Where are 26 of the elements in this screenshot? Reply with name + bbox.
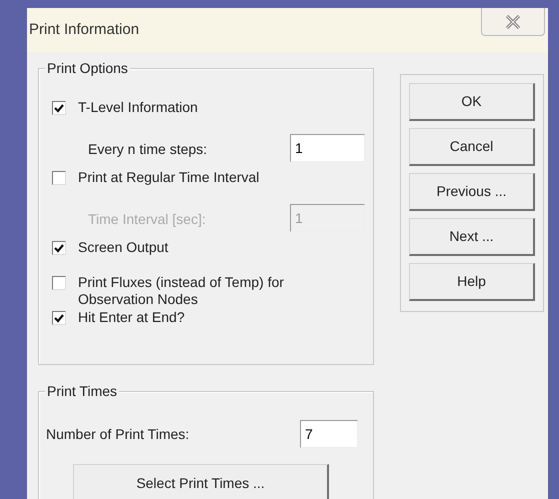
- field-label: Number of Print Times:: [46, 424, 190, 444]
- checkbox-label: Hit Enter at End?: [78, 309, 185, 326]
- checkbox[interactable]: [52, 101, 66, 115]
- checkbox-label: T-Level Information: [78, 99, 198, 116]
- input-field[interactable]: 1: [290, 134, 365, 162]
- group-legend: Print Options: [45, 60, 130, 76]
- checkbox-label: Print at Regular Time Interval: [78, 169, 260, 186]
- close-icon: [505, 14, 521, 28]
- checkbox[interactable]: [52, 171, 66, 185]
- close-button[interactable]: [481, 8, 545, 36]
- checkbox[interactable]: [52, 311, 66, 325]
- dialog-button[interactable]: Cancel: [409, 128, 535, 166]
- dialog-button[interactable]: Previous ...: [409, 173, 535, 211]
- checkbox[interactable]: [52, 241, 66, 255]
- group-legend: Print Times: [45, 383, 120, 399]
- field-label: Every n time steps:: [88, 140, 208, 159]
- checkbox-label: Screen Output: [78, 239, 168, 256]
- dialog-button[interactable]: Help: [409, 263, 535, 301]
- field-label: Time Interval [sec]:: [88, 210, 207, 229]
- input-field[interactable]: 7: [300, 420, 358, 448]
- checkbox-label: Print Fluxes (instead of Temp) for Observation Nodes: [78, 274, 285, 308]
- dialog-button[interactable]: Next ...: [409, 218, 535, 256]
- select-print-times-button[interactable]: Select Print Times ...: [73, 464, 329, 499]
- window-title: Print Information: [29, 20, 140, 40]
- checkbox[interactable]: [52, 276, 66, 290]
- dialog-button[interactable]: OK: [409, 83, 535, 121]
